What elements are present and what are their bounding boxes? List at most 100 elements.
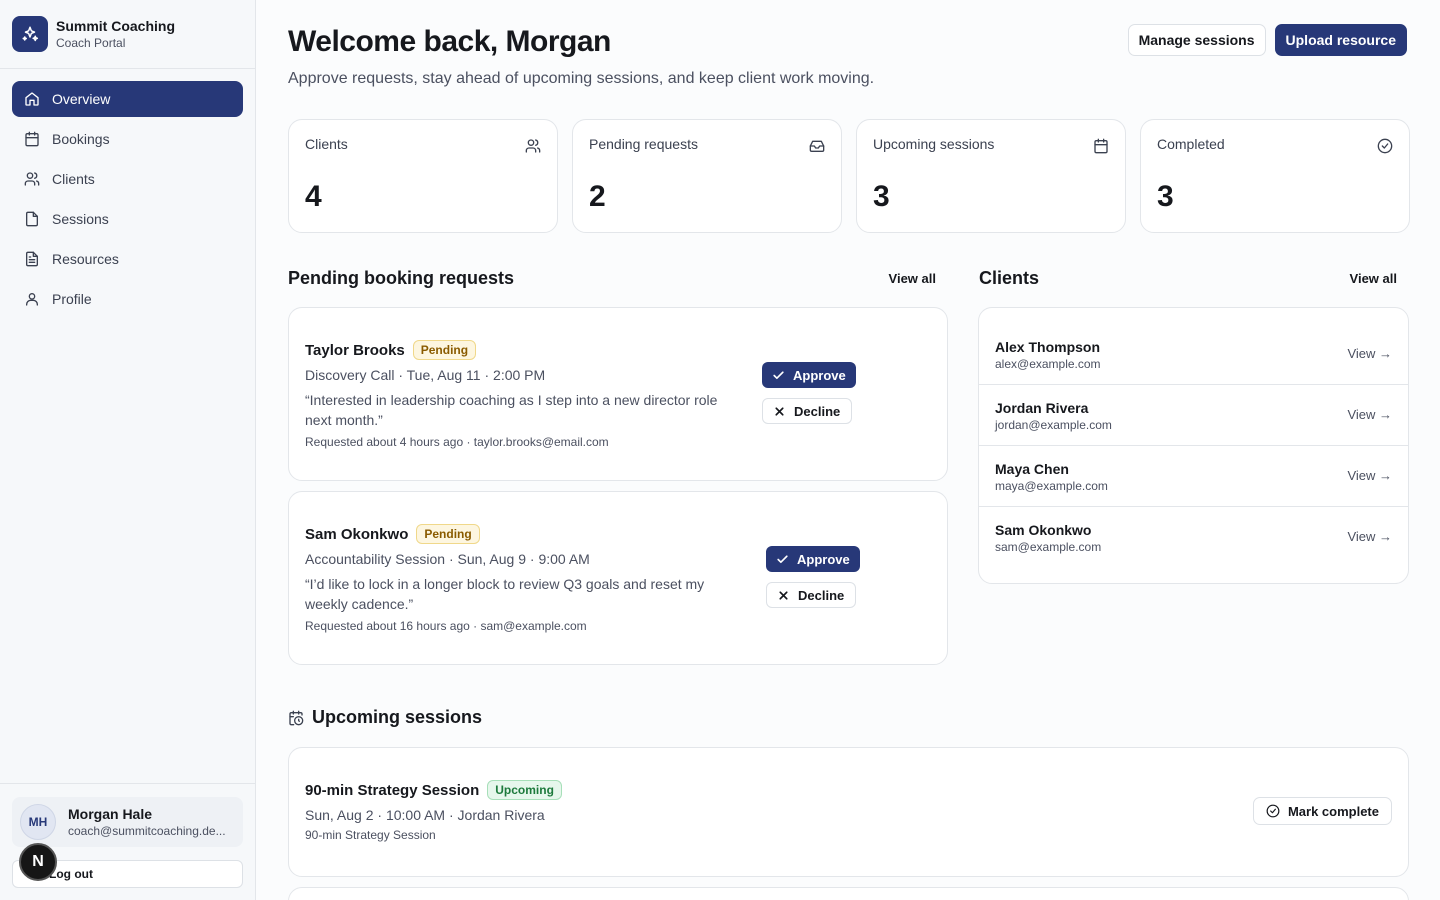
view-client-link[interactable]: View → (1347, 468, 1392, 483)
status-badge: Pending (412, 340, 477, 360)
upcoming-sessions-header: Upcoming sessions (288, 707, 482, 728)
sidebar-item-profile[interactable]: Profile (12, 281, 243, 317)
approve-button[interactable]: Approve (762, 362, 856, 388)
sidebar: Summit Coaching Coach Portal Overview Bo… (0, 0, 256, 900)
stat-value: 3 (1157, 180, 1174, 213)
client-name: Alex Thompson (995, 339, 1101, 355)
user-icon (26, 293, 38, 306)
sidebar-item-bookings[interactable]: Bookings (12, 121, 243, 157)
list-item: Sam Okonkwo sam@example.com View → (979, 507, 1408, 568)
sidebar-item-label: Profile (52, 291, 92, 307)
check-icon (777, 554, 788, 563)
users-icon (24, 172, 40, 186)
session-meta: 90-min Strategy Session (305, 828, 436, 842)
section-title: Clients (979, 268, 1040, 288)
clients-header: Clients View all (979, 268, 1409, 289)
stat-value: 4 (305, 180, 322, 213)
file-icon (26, 211, 38, 227)
close-icon (779, 590, 788, 600)
client-name: Maya Chen (995, 461, 1069, 477)
mark-complete-label: Mark complete (1287, 803, 1379, 819)
sparkles-icon (12, 16, 48, 52)
client-email: jordan@example.com (995, 418, 1112, 432)
decline-label: Decline (798, 587, 845, 603)
clients-view-all-button[interactable]: View all (1350, 271, 1397, 286)
sidebar-item-label: Sessions (52, 211, 109, 227)
calendar-icon (1094, 138, 1108, 154)
approve-label: Approve (797, 551, 850, 567)
stat-card-completed: Completed 3 (1140, 119, 1410, 233)
sidebar-item-label: Resources (52, 251, 119, 267)
sidebar-item-sessions[interactable]: Sessions (12, 201, 243, 237)
request-note: “I’d like to lock in a longer block to r… (305, 576, 705, 612)
main-content: Welcome back, Morgan Approve requests, s… (288, 0, 1410, 900)
brand-title: Summit Coaching (56, 18, 176, 34)
upload-resource-button[interactable]: Upload resource (1274, 24, 1407, 56)
page-subtitle: Approve requests, stay ahead of upcoming… (288, 70, 875, 87)
user-email: coach@summitcoaching.de... (68, 824, 226, 838)
brand-subtitle: Coach Portal (56, 36, 126, 50)
session-title: 90-min Strategy Session (305, 781, 480, 799)
users-icon (525, 139, 541, 153)
check-circle-icon (1377, 138, 1393, 154)
session-detail: Sun, Aug 2 · 10:00 AM · Jordan Rivera (305, 807, 545, 823)
avatar: MH (20, 804, 56, 840)
decline-label: Decline (794, 403, 841, 419)
sidebar-nav: Overview Bookings Clients Sessions Resou… (0, 69, 255, 333)
stats-row: Clients 4 Pending requests 2 Upcoming se… (288, 119, 1410, 233)
request-card: Sam Okonkwo Pending Accountability Sessi… (288, 491, 948, 665)
section-title: Pending booking requests (288, 268, 515, 288)
stat-label: Upcoming sessions (873, 136, 995, 152)
close-icon (775, 406, 784, 416)
nextjs-dev-badge[interactable]: N (19, 843, 57, 881)
document-icon (26, 251, 38, 267)
stat-label: Pending requests (589, 136, 698, 152)
pending-view-all-button[interactable]: View all (889, 271, 936, 286)
list-item: Jordan Rivera jordan@example.com View → (979, 385, 1408, 446)
client-email: alex@example.com (995, 357, 1101, 371)
sidebar-item-overview[interactable]: Overview (12, 81, 243, 117)
manage-sessions-button[interactable]: Manage sessions (1127, 24, 1266, 56)
user-name: Morgan Hale (68, 806, 153, 822)
sidebar-item-resources[interactable]: Resources (12, 241, 243, 277)
stat-card-pending: Pending requests 2 (572, 119, 842, 233)
list-item: Maya Chen maya@example.com View → (979, 446, 1408, 507)
approve-label: Approve (793, 367, 846, 383)
request-client-name: Taylor Brooks (305, 341, 405, 359)
user-card[interactable]: MH Morgan Hale coach@summitcoaching.de..… (12, 797, 243, 847)
sidebar-item-label: Clients (52, 171, 95, 187)
sidebar-item-clients[interactable]: Clients (12, 161, 243, 197)
view-client-link[interactable]: View → (1347, 346, 1392, 361)
check-circle-icon (1266, 804, 1280, 818)
mark-complete-button[interactable]: Mark complete (1252, 797, 1392, 825)
approve-button[interactable]: Approve (766, 546, 860, 572)
stat-label: Completed (1157, 136, 1225, 152)
client-email: sam@example.com (995, 540, 1102, 554)
request-client-name: Sam Okonkwo (305, 525, 409, 543)
client-email: maya@example.com (995, 479, 1108, 493)
stat-card-clients: Clients 4 (288, 119, 558, 233)
request-meta: Requested about 16 hours ago · sam@examp… (305, 619, 587, 633)
request-card: Taylor Brooks Pending Discovery Call · T… (288, 307, 948, 481)
check-icon (773, 370, 784, 379)
stat-value: 3 (873, 180, 890, 213)
status-badge: Pending (416, 524, 480, 544)
list-item: Alex Thompson alex@example.com View → (979, 324, 1408, 385)
pending-requests-header: Pending booking requests View all (288, 268, 948, 289)
sidebar-item-label: Overview (52, 91, 111, 107)
client-name: Jordan Rivera (995, 400, 1089, 416)
request-note: “Interested in leadership coaching as I … (305, 392, 718, 428)
view-client-link[interactable]: View → (1347, 407, 1392, 422)
stat-value: 2 (589, 180, 606, 213)
page-header: Welcome back, Morgan Approve requests, s… (288, 24, 1409, 90)
decline-button[interactable]: Decline (762, 398, 852, 424)
stat-label: Clients (305, 136, 348, 152)
view-client-link[interactable]: View → (1347, 529, 1392, 544)
section-title: Upcoming sessions (312, 707, 483, 727)
sidebar-item-label: Bookings (52, 131, 110, 147)
decline-button[interactable]: Decline (766, 582, 856, 608)
inbox-icon (809, 140, 825, 152)
request-meta: Requested about 4 hours ago · taylor.bro… (305, 435, 609, 449)
session-card: 90-min Strategy Session Upcoming Sun, Au… (288, 747, 1409, 877)
session-card (288, 887, 1409, 900)
